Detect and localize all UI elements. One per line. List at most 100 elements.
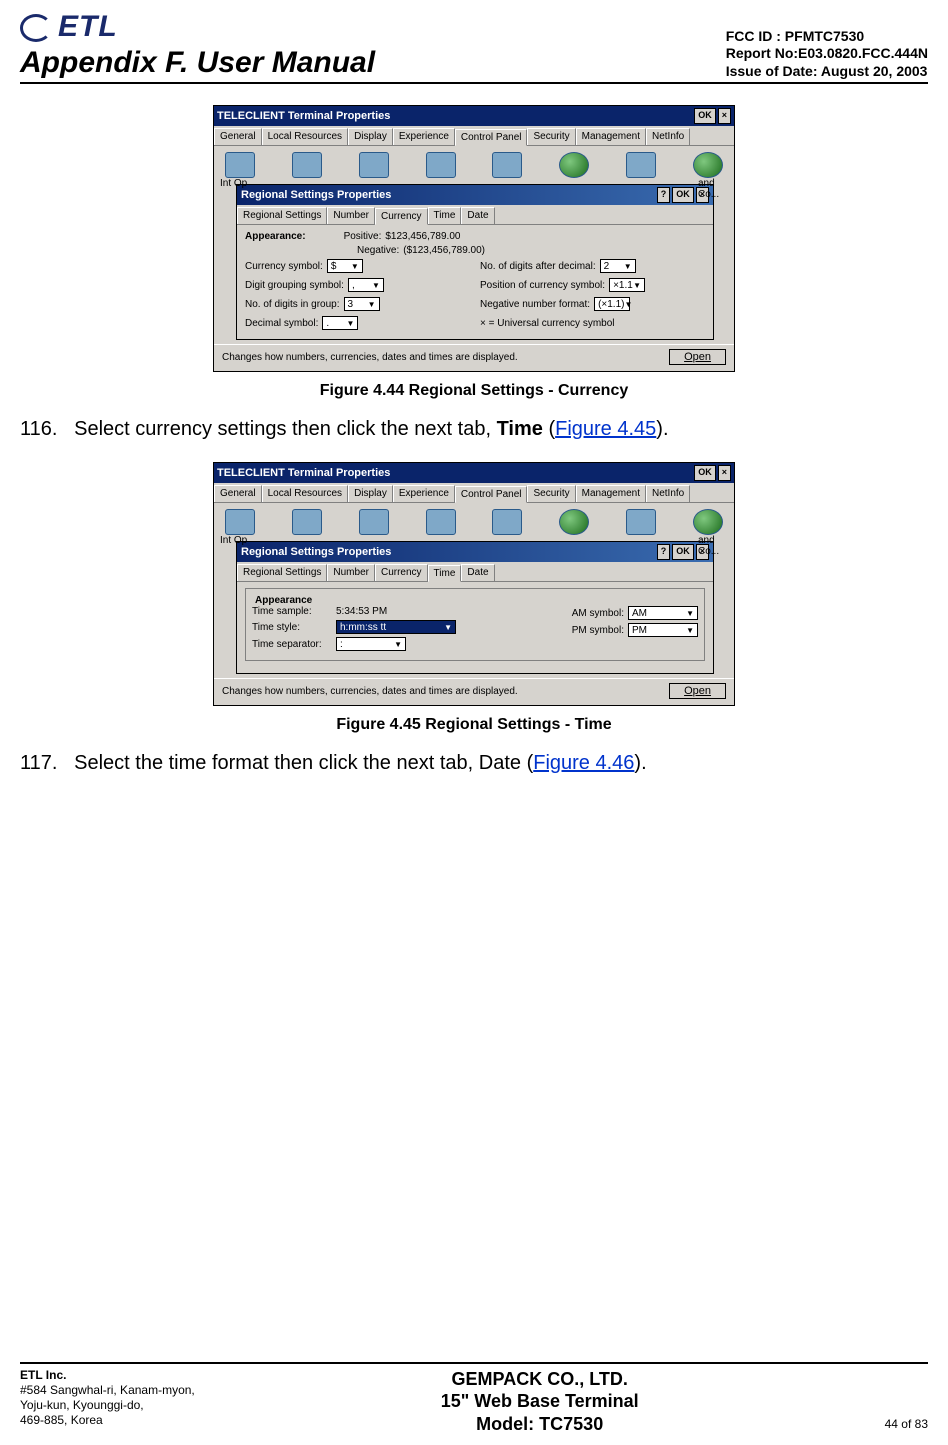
digits-in-group-label: No. of digits in group: — [245, 299, 340, 310]
ok-button[interactable]: OK — [672, 544, 694, 560]
footer-product: GEMPACK CO., LTD. 15" Web Base Terminal … — [441, 1368, 639, 1436]
tab-regional-settings[interactable]: Regional Settings — [237, 207, 327, 224]
tab-date[interactable]: Date — [461, 564, 494, 581]
footer-center1: GEMPACK CO., LTD. — [441, 1368, 639, 1391]
footer-addr3: 469-885, Korea — [20, 1413, 195, 1428]
globe-icon[interactable] — [559, 509, 589, 535]
cp-icon[interactable] — [225, 152, 255, 178]
regional-settings-dialog: Regional Settings Properties ? OK × Regi… — [236, 541, 714, 674]
ok-button[interactable]: OK — [672, 187, 694, 203]
step-117: 117. Select the time format then click t… — [20, 750, 928, 776]
tab-time[interactable]: Time — [428, 565, 462, 582]
negative-format-select[interactable]: (×1.1) — [594, 297, 630, 311]
digit-grouping-select[interactable]: , — [348, 278, 384, 292]
tab-netinfo[interactable]: NetInfo — [646, 128, 690, 145]
step-text-a: Select currency settings then click the … — [74, 418, 496, 440]
am-symbol-select[interactable]: AM — [628, 606, 698, 620]
cp-icon[interactable] — [292, 509, 322, 535]
help-icon[interactable]: ? — [657, 187, 671, 203]
tab-local-resources[interactable]: Local Resources — [262, 485, 348, 502]
tab-management[interactable]: Management — [576, 485, 646, 502]
time-style-select[interactable]: h:mm:ss tt — [336, 620, 456, 634]
tab-date[interactable]: Date — [461, 207, 494, 224]
currency-position-label: Position of currency symbol: — [480, 280, 605, 291]
tab-display[interactable]: Display — [348, 128, 393, 145]
figure-link-446[interactable]: Figure 4.46 — [533, 752, 634, 774]
page-number: 44 of 83 — [885, 1417, 928, 1435]
time-sample-label: Time sample: — [252, 606, 332, 617]
control-panel-icons: Int Op and Co... — [214, 146, 734, 184]
digits-in-group-select[interactable]: 3 — [344, 297, 380, 311]
step-number: 116. — [20, 418, 57, 440]
decimal-symbol-select[interactable]: . — [322, 316, 358, 330]
step-bold: Time — [497, 418, 543, 440]
globe-icon[interactable] — [559, 152, 589, 178]
tab-management[interactable]: Management — [576, 128, 646, 145]
tab-currency[interactable]: Currency — [375, 208, 428, 225]
tab-regional-settings[interactable]: Regional Settings — [237, 564, 327, 581]
globe-icon[interactable] — [693, 152, 723, 178]
negative-value: ($123,456,789.00) — [403, 245, 485, 256]
figure-link-445[interactable]: Figure 4.45 — [555, 418, 656, 440]
tab-experience[interactable]: Experience — [393, 128, 455, 145]
footer-company: ETL Inc. — [20, 1368, 195, 1383]
teleclient-window-currency: TELECLIENT Terminal Properties OK × Gene… — [213, 105, 735, 372]
tab-general[interactable]: General — [214, 485, 262, 502]
window-title: TELECLIENT Terminal Properties — [217, 467, 692, 479]
step-number: 117. — [20, 752, 57, 774]
currency-symbol-select[interactable]: $ — [327, 259, 363, 273]
cp-icon[interactable] — [426, 152, 456, 178]
negative-format-label: Negative number format: — [480, 299, 590, 310]
time-separator-select[interactable]: : — [336, 637, 406, 651]
cp-icon[interactable] — [492, 152, 522, 178]
help-icon[interactable]: ? — [657, 544, 671, 560]
cp-icon[interactable] — [225, 509, 255, 535]
cp-icon[interactable] — [426, 509, 456, 535]
tab-security[interactable]: Security — [527, 128, 575, 145]
step-text-b: ). — [634, 752, 646, 774]
cp-icon[interactable] — [626, 509, 656, 535]
cp-icon[interactable] — [492, 509, 522, 535]
tab-general[interactable]: General — [214, 128, 262, 145]
pm-symbol-select[interactable]: PM — [628, 623, 698, 637]
close-icon[interactable]: × — [718, 465, 731, 481]
open-button[interactable]: Open — [669, 683, 726, 699]
currency-position-select[interactable]: ×1.1 — [609, 278, 645, 292]
time-separator-label: Time separator: — [252, 639, 332, 650]
status-text: Changes how numbers, currencies, dates a… — [222, 352, 518, 363]
report-no: Report No:E03.0820.FCC.444N — [726, 45, 928, 63]
open-button[interactable]: Open — [669, 349, 726, 365]
tab-time[interactable]: Time — [428, 207, 462, 224]
tab-number[interactable]: Number — [327, 207, 375, 224]
cp-icon[interactable] — [359, 152, 389, 178]
appearance-group-label: Appearance — [252, 595, 315, 606]
footer-center2: 15" Web Base Terminal — [441, 1390, 639, 1413]
page-footer: ETL Inc. #584 Sangwhal-ri, Kanam-myon, Y… — [20, 1362, 928, 1436]
appearance-label: Appearance: — [245, 231, 306, 242]
tab-security[interactable]: Security — [527, 485, 575, 502]
cp-icon[interactable] — [359, 509, 389, 535]
tab-number[interactable]: Number — [327, 564, 375, 581]
tab-display[interactable]: Display — [348, 485, 393, 502]
figure-caption-444: Figure 4.44 Regional Settings - Currency — [20, 382, 928, 400]
tab-local-resources[interactable]: Local Resources — [262, 128, 348, 145]
clipped-text-left: Int Op — [220, 535, 247, 546]
tab-control-panel[interactable]: Control Panel — [455, 129, 528, 146]
step-text-a: Select the time format then click the ne… — [74, 752, 533, 774]
tab-experience[interactable]: Experience — [393, 485, 455, 502]
cp-icon[interactable] — [292, 152, 322, 178]
header-meta: FCC ID : PFMTC7530 Report No:E03.0820.FC… — [726, 28, 928, 81]
ok-button[interactable]: OK — [694, 108, 716, 124]
ok-button[interactable]: OK — [694, 465, 716, 481]
close-icon[interactable]: × — [718, 108, 731, 124]
globe-icon[interactable] — [693, 509, 723, 535]
time-sample-value: 5:34:53 PM — [336, 606, 387, 617]
tab-currency[interactable]: Currency — [375, 564, 428, 581]
digits-after-decimal-select[interactable]: 2 — [600, 259, 636, 273]
cp-icon[interactable] — [626, 152, 656, 178]
clipped-text-left: Int Op — [220, 178, 247, 189]
pm-symbol-label: PM symbol: — [572, 625, 624, 636]
tab-netinfo[interactable]: NetInfo — [646, 485, 690, 502]
negative-label: Negative: — [357, 245, 399, 256]
tab-control-panel[interactable]: Control Panel — [455, 486, 528, 503]
